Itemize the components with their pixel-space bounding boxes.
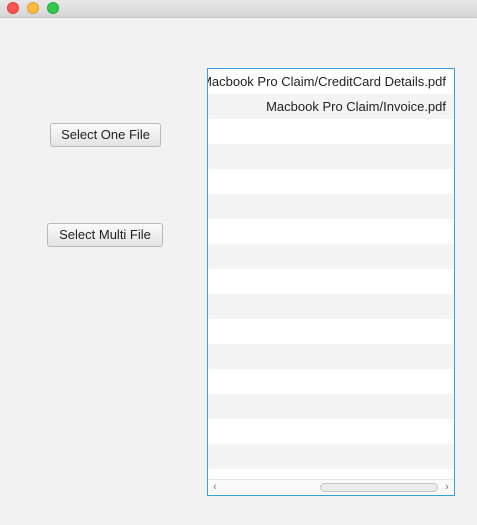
select-one-file-button[interactable]: Select One File (50, 123, 161, 147)
list-item[interactable]: Macbook Pro Claim/Invoice.pdf (208, 94, 454, 119)
list-item[interactable] (208, 394, 454, 419)
list-item-label: Macbook Pro Claim/Invoice.pdf (266, 99, 446, 114)
close-window-button[interactable] (7, 2, 19, 14)
zoom-window-button[interactable] (47, 2, 59, 14)
list-item[interactable] (208, 194, 454, 219)
list-item[interactable] (208, 244, 454, 269)
list-item[interactable] (208, 344, 454, 369)
scrollbar-thumb[interactable] (320, 483, 438, 492)
file-list-rows: Macbook Pro Claim/CreditCard Details.pdf… (208, 69, 454, 480)
list-item[interactable] (208, 144, 454, 169)
file-list-view[interactable]: Macbook Pro Claim/CreditCard Details.pdf… (207, 68, 455, 496)
list-item[interactable] (208, 119, 454, 144)
scroll-left-icon[interactable]: ‹ (209, 480, 221, 495)
title-bar (0, 0, 477, 18)
list-item[interactable] (208, 169, 454, 194)
horizontal-scrollbar[interactable]: ‹ › (208, 479, 454, 495)
select-multi-file-button[interactable]: Select Multi File (47, 223, 163, 247)
list-item[interactable] (208, 369, 454, 394)
list-item[interactable] (208, 444, 454, 469)
minimize-window-button[interactable] (27, 2, 39, 14)
list-item-label: Macbook Pro Claim/CreditCard Details.pdf (208, 74, 446, 89)
list-item[interactable] (208, 294, 454, 319)
list-item[interactable] (208, 219, 454, 244)
list-item[interactable]: Macbook Pro Claim/CreditCard Details.pdf (208, 69, 454, 94)
list-item[interactable] (208, 269, 454, 294)
list-item[interactable] (208, 319, 454, 344)
list-item[interactable] (208, 419, 454, 444)
scroll-right-icon[interactable]: › (441, 480, 453, 495)
